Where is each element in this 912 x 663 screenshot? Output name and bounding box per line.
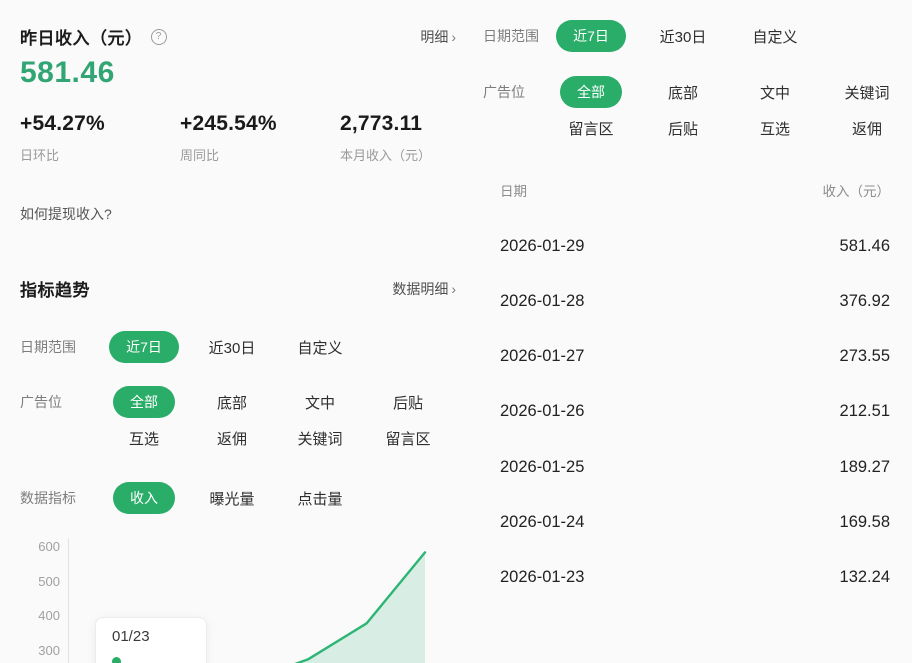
trend-title: 指标趋势 [20,276,90,301]
stat-month-income: 2,773.11 本月收入（元） [340,112,450,164]
option-all[interactable]: 全部 [560,76,622,108]
option-last7days[interactable]: 近7日 [556,20,626,52]
option-comments[interactable]: 留言区 [385,428,430,449]
table-row[interactable]: 2026-01-28 376.92 [500,292,890,311]
chevron-right-icon: › [451,281,456,297]
yesterday-income-amount: 581.46 [20,56,115,90]
cell-income: 212.51 [840,402,890,421]
filter-ad-slot: 广告位 全部 底部 文中 后贴 [20,386,452,418]
option-comments[interactable]: 留言区 [568,118,613,139]
filter-date-range: 日期范围 近7日 近30日 自定义 [20,331,364,363]
trend-data-detail-link[interactable]: 数据明细 [392,279,448,299]
cell-income: 376.92 [840,292,890,311]
filter-options: 近7日 近30日 自定义 [100,331,364,363]
filter-label: 广告位 [20,392,100,412]
how-to-withdraw-link[interactable]: 如何提现收入? [20,204,112,224]
filter-options: 全部 底部 文中 后贴 [100,386,452,418]
table-header: 日期 收入（元） [500,180,890,200]
option-clicks[interactable]: 点击量 [297,488,342,509]
cell-date: 2026-01-24 [500,513,584,532]
stat-label: 本月收入（元） [340,145,450,164]
stat-day-over-day: +54.27% 日环比 [20,112,180,164]
table-row[interactable]: 2026-01-25 189.27 [500,458,890,477]
yesterday-income-header: 昨日收入（元） ? 明细 › [20,24,456,49]
income-stats-row: +54.27% 日环比 +245.54% 周同比 2,773.11 本月收入（元… [20,112,450,164]
chart-tooltip: 01/23 [95,617,207,663]
filter-options: 近7日 近30日 自定义 [545,20,821,52]
option-in-text[interactable]: 文中 [305,392,335,413]
cell-income: 273.55 [840,347,890,366]
trend-chart-svg [0,528,460,663]
filter-ad-slot-row2: 留言区 后贴 互选 返佣 [545,118,912,139]
option-last7days[interactable]: 近7日 [109,331,179,363]
option-last30days[interactable]: 近30日 [209,337,256,358]
income-detail-link[interactable]: 明细 [420,27,448,47]
cell-date: 2026-01-29 [500,237,584,256]
filter-metric: 数据指标 收入 曝光量 点击量 [20,482,364,514]
option-rebate[interactable]: 返佣 [852,118,882,139]
column-header-income: 收入（元） [823,180,891,200]
stat-label: 日环比 [20,145,180,164]
cell-date: 2026-01-25 [500,458,584,477]
tooltip-series-dot [112,657,121,663]
table-row[interactable]: 2026-01-24 169.58 [500,513,890,532]
table-row[interactable]: 2026-01-26 212.51 [500,402,890,421]
option-keyword[interactable]: 关键词 [844,82,889,103]
cell-income: 189.27 [840,458,890,477]
tooltip-date: 01/23 [112,628,190,645]
stat-value: +245.54% [180,112,340,136]
option-custom[interactable]: 自定义 [752,26,797,47]
stat-week-over-week: +245.54% 周同比 [180,112,340,164]
filter-date-range: 日期范围 近7日 近30日 自定义 [483,20,821,52]
option-post-roll[interactable]: 后贴 [668,118,698,139]
cell-date: 2026-01-23 [500,568,584,587]
option-keyword[interactable]: 关键词 [297,428,342,449]
option-rebate[interactable]: 返佣 [217,428,247,449]
option-mutual[interactable]: 互选 [129,428,159,449]
income-detail-panel: 日期范围 近7日 近30日 自定义 广告位 全部 底部 文中 关键词 留言区 后… [460,0,912,663]
cell-date: 2026-01-27 [500,347,584,366]
yesterday-income-title: 昨日收入（元） [20,24,143,49]
cell-income: 581.46 [840,237,890,256]
table-row[interactable]: 2026-01-23 132.24 [500,568,890,587]
cell-date: 2026-01-28 [500,292,584,311]
cell-income: 132.24 [840,568,890,587]
cell-date: 2026-01-26 [500,402,584,421]
option-last30days[interactable]: 近30日 [660,26,707,47]
filter-ad-slot-row2: 互选 返佣 关键词 留言区 [100,428,452,449]
option-in-text[interactable]: 文中 [760,82,790,103]
stat-value: +54.27% [20,112,180,136]
column-header-date: 日期 [500,180,527,200]
cell-income: 169.58 [840,513,890,532]
option-all[interactable]: 全部 [113,386,175,418]
option-income[interactable]: 收入 [113,482,175,514]
option-post-roll[interactable]: 后贴 [393,392,423,413]
table-row[interactable]: 2026-01-29 581.46 [500,237,890,256]
option-mutual[interactable]: 互选 [760,118,790,139]
option-impressions[interactable]: 曝光量 [209,488,254,509]
filter-ad-slot: 广告位 全部 底部 文中 关键词 [483,76,912,108]
trend-header: 指标趋势 数据明细 › [20,276,456,301]
option-bottom[interactable]: 底部 [668,82,698,103]
filter-options: 全部 底部 文中 关键词 [545,76,912,108]
revenue-panel: 昨日收入（元） ? 明细 › 581.46 +54.27% 日环比 +245.5… [0,0,460,663]
filter-options: 收入 曝光量 点击量 [100,482,364,514]
help-icon[interactable]: ? [151,29,167,45]
filter-label: 日期范围 [483,26,545,46]
filter-label: 日期范围 [20,337,100,357]
filter-label: 广告位 [483,82,545,102]
option-bottom[interactable]: 底部 [217,392,247,413]
filter-label: 数据指标 [20,488,100,508]
trend-chart[interactable]: 600 500 400 300 01/23 [0,528,460,663]
chevron-right-icon: › [451,29,456,45]
stat-label: 周同比 [180,145,340,164]
stat-value: 2,773.11 [340,112,450,136]
option-custom[interactable]: 自定义 [297,337,342,358]
table-row[interactable]: 2026-01-27 273.55 [500,347,890,366]
